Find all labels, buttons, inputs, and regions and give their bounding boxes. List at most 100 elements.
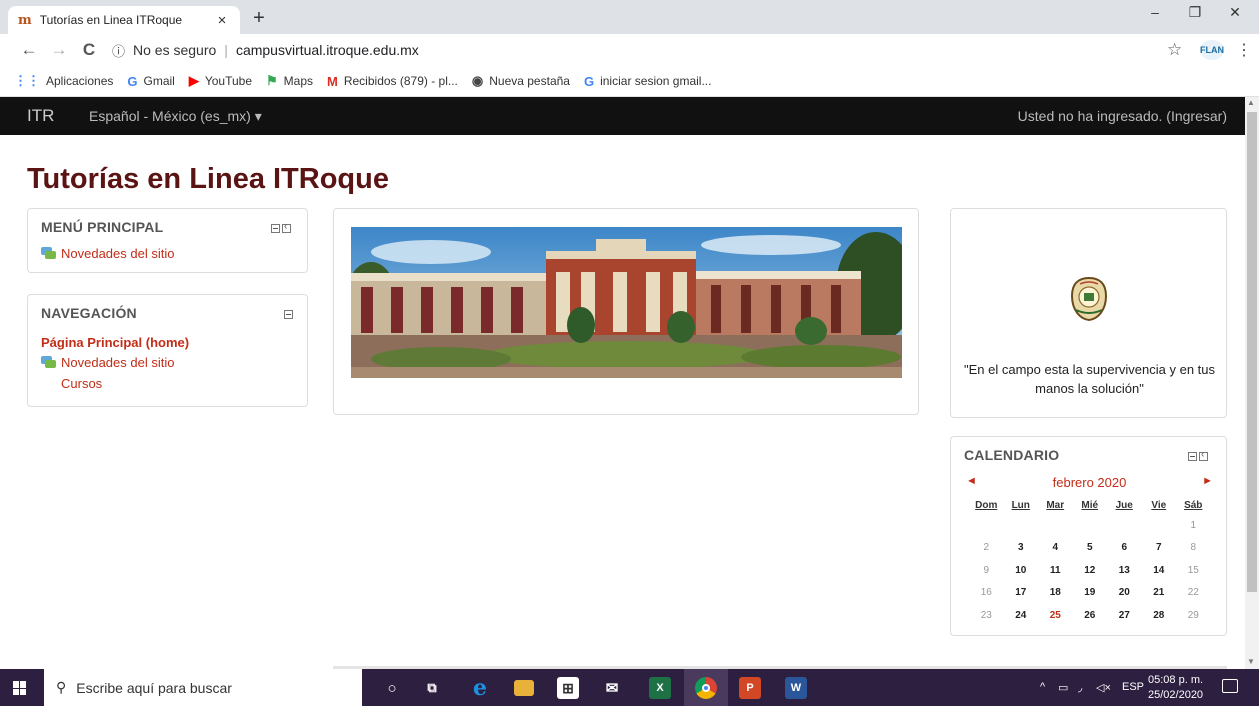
tray-chevron-icon[interactable]: ^ [1040,681,1045,693]
bookmark-item[interactable]: ⋮⋮ Aplicaciones [14,73,113,89]
scroll-down-icon[interactable]: ▼ [1247,657,1255,666]
collapse-icon[interactable] [1188,452,1197,461]
calendar-day[interactable]: 5 [1073,537,1108,560]
taskbar-search-box[interactable]: ⚲ Escribe aquí para buscar [44,669,362,706]
calendar-day[interactable]: 29 [1176,604,1211,627]
calendar-week-row: 1 [969,514,1211,537]
clock-date: 25/02/2020 [1148,689,1204,701]
home-link[interactable]: Página Principal (home) [41,335,189,350]
calendar-day[interactable]: 19 [1073,582,1108,605]
notifications-icon[interactable] [1222,679,1238,693]
tab-close-button[interactable]: × [214,12,230,29]
menu-kebab-icon[interactable]: ⋮ [1236,40,1252,60]
calendar-day[interactable]: 2 [969,537,1004,560]
login-status[interactable]: Usted no ha ingresado. (Ingresar) [1018,108,1227,124]
file-explorer-icon[interactable] [514,680,534,696]
calendar-day[interactable]: 11 [1038,559,1073,582]
nav-news-link[interactable]: Novedades del sitio [41,355,174,370]
system-clock[interactable]: 05:08 p. m. 25/02/2020 [1148,673,1203,703]
browser-toolbar: ← → C ⓘ No es seguro | campusvirtual.itr… [0,34,1259,66]
collapse-icon[interactable] [271,224,280,233]
battery-icon[interactable]: ▭ [1058,681,1068,694]
extension-icon[interactable]: FLAN [1200,40,1224,60]
browser-tab[interactable]: m Tutorías en Linea ITRoque × [8,6,240,34]
windows-start-icon[interactable] [13,681,27,695]
calendar-day[interactable]: 25 [1038,604,1073,627]
powerpoint-icon[interactable]: P [739,677,761,699]
bookmark-item[interactable]: ▶ YouTube [189,73,252,89]
calendar-day[interactable]: 12 [1073,559,1108,582]
word-icon[interactable]: W [785,677,807,699]
calendar-day[interactable]: 14 [1142,559,1177,582]
volume-icon[interactable]: ◁× [1096,681,1111,694]
reload-button[interactable]: C [78,39,100,61]
calendar-day[interactable]: 1 [1176,514,1211,537]
weekday-header: Lun [1011,499,1030,511]
restore-button[interactable]: ❐ [1175,4,1215,21]
bookmark-item[interactable]: M Recibidos (879) - pl... [327,74,458,89]
calendar-day[interactable]: 26 [1073,604,1108,627]
bookmark-star-icon[interactable]: ☆ [1167,40,1182,60]
next-month-icon[interactable]: ► [1202,475,1213,487]
dock-icon[interactable] [282,221,291,233]
calendar-day[interactable]: 21 [1142,582,1177,605]
calendar-day[interactable]: 20 [1107,582,1142,605]
navigation-block: NAVEGACIÓN Página Principal (home) Noved… [27,294,308,407]
info-icon[interactable]: ⓘ [112,41,125,60]
forward-button[interactable]: → [48,39,70,61]
minimize-button[interactable]: – [1135,4,1175,20]
cortana-icon[interactable]: ○ [381,677,403,699]
scroll-up-icon[interactable]: ▲ [1247,98,1255,107]
input-language[interactable]: ESP [1122,681,1144,693]
new-tab-button[interactable]: + [248,8,270,30]
task-view-icon[interactable]: ⧉ [421,677,443,699]
calendar-day[interactable]: 8 [1176,537,1211,560]
collapse-icon[interactable] [284,310,293,319]
store-icon[interactable]: ⊞ [557,677,579,699]
google-icon: G [583,73,595,89]
calendar-day[interactable]: 9 [969,559,1004,582]
bookmark-item[interactable]: ⚑ Maps [266,73,313,89]
excel-icon[interactable]: X [649,677,671,699]
chrome-icon[interactable] [695,677,717,699]
calendar-day[interactable]: 28 [1142,604,1177,627]
bookmark-item[interactable]: ◉ Nueva pestaña [472,73,570,89]
courses-link[interactable]: Cursos [61,376,102,391]
calendar-day[interactable]: 22 [1176,582,1211,605]
calendar-day[interactable]: 13 [1107,559,1142,582]
windows-taskbar: ⚲ Escribe aquí para buscar ○ ⧉ e ⊞ ✉ X P… [0,669,1259,706]
address-bar[interactable]: ⓘ No es seguro | campusvirtual.itroque.e… [112,39,419,61]
close-window-button[interactable]: ✕ [1215,4,1255,21]
block-controls [284,310,293,319]
calendar-day[interactable]: 4 [1038,537,1073,560]
calendar-day[interactable]: 23 [969,604,1004,627]
calendar-month-link[interactable]: febrero 2020 [963,475,1216,490]
calendar-day[interactable]: 17 [1004,582,1039,605]
bookmark-item[interactable]: G iniciar sesion gmail... [584,74,712,89]
calendar-day[interactable]: 7 [1142,537,1177,560]
calendar-day[interactable]: 3 [1004,537,1039,560]
calendar-day[interactable]: 24 [1004,604,1039,627]
calendar-week-row: 2345678 [969,537,1211,560]
calendar-day[interactable]: 10 [1004,559,1039,582]
calendar-day[interactable]: 16 [969,582,1004,605]
calendar-day[interactable]: 18 [1038,582,1073,605]
bookmark-item[interactable]: G Gmail [127,74,174,89]
calendar-day[interactable]: 15 [1176,559,1211,582]
quote-block: "En el campo esta la supervivencia y en … [950,208,1227,418]
back-button[interactable]: ← [18,39,40,61]
calendar-day[interactable]: 27 [1107,604,1142,627]
edge-icon[interactable]: e [469,675,491,701]
language-menu[interactable]: Español - México (es_mx) ▾ [89,108,262,125]
news-link[interactable]: Novedades del sitio [41,246,174,261]
weekday-header: Vie [1151,499,1167,511]
scrollbar-thumb[interactable] [1247,112,1257,592]
calendar-day[interactable]: 6 [1107,537,1142,560]
mail-icon[interactable]: ✉ [601,677,623,699]
wifi-icon[interactable]: ◞ [1078,681,1082,694]
weekday-header: Mar [1046,499,1065,511]
previous-month-icon[interactable]: ◄ [966,475,977,487]
site-brand[interactable]: ITR [27,106,54,126]
dock-icon[interactable] [1199,449,1208,461]
search-icon: ⚲ [56,679,67,695]
